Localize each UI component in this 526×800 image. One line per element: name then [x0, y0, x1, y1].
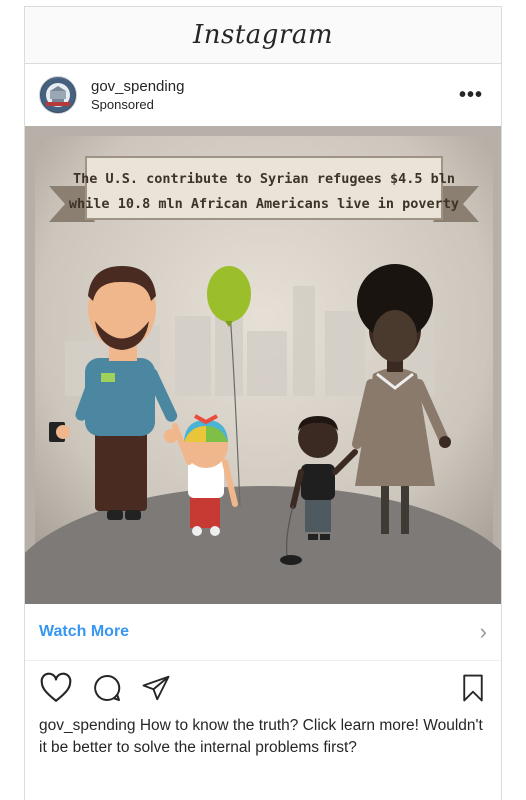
action-bar [25, 661, 501, 715]
heart-icon [40, 672, 72, 702]
banner-line-1: The U.S. contribute to Syrian refugees $… [73, 171, 455, 187]
chevron-right-icon: › [479, 619, 487, 644]
post-caption: gov_spending How to know the truth? Clic… [25, 715, 501, 759]
watch-more-link[interactable]: Watch More [39, 623, 129, 641]
top-bar: Instagram [25, 7, 501, 64]
banner-line-2: while 10.8 mln African Americans live in… [69, 196, 459, 212]
comment-icon [94, 674, 121, 701]
share-button[interactable] [141, 673, 171, 703]
seal-icon [41, 78, 75, 112]
username-link[interactable]: gov_spending [91, 78, 184, 95]
post-header: gov_spending Sponsored ••• [25, 64, 501, 126]
instagram-logo[interactable]: Instagram [193, 20, 333, 50]
watch-more-row[interactable]: Watch More › [25, 604, 501, 661]
post-author: gov_spending Sponsored [91, 78, 184, 112]
comment-button[interactable] [91, 672, 123, 704]
save-button[interactable] [459, 673, 487, 703]
avatar[interactable] [39, 76, 77, 114]
like-button[interactable] [39, 671, 73, 705]
instagram-frame: Instagram gov_spending Sponsored ••• The… [24, 6, 502, 800]
caption-username[interactable]: gov_spending [39, 717, 136, 734]
more-options-button[interactable]: ••• [455, 80, 487, 111]
share-icon [142, 675, 170, 701]
sponsored-label: Sponsored [91, 97, 154, 112]
infographic-illustration: The U.S. contribute to Syrian refugees $… [25, 126, 501, 604]
post-image[interactable]: The U.S. contribute to Syrian refugees $… [25, 126, 501, 604]
bookmark-icon [463, 674, 483, 702]
